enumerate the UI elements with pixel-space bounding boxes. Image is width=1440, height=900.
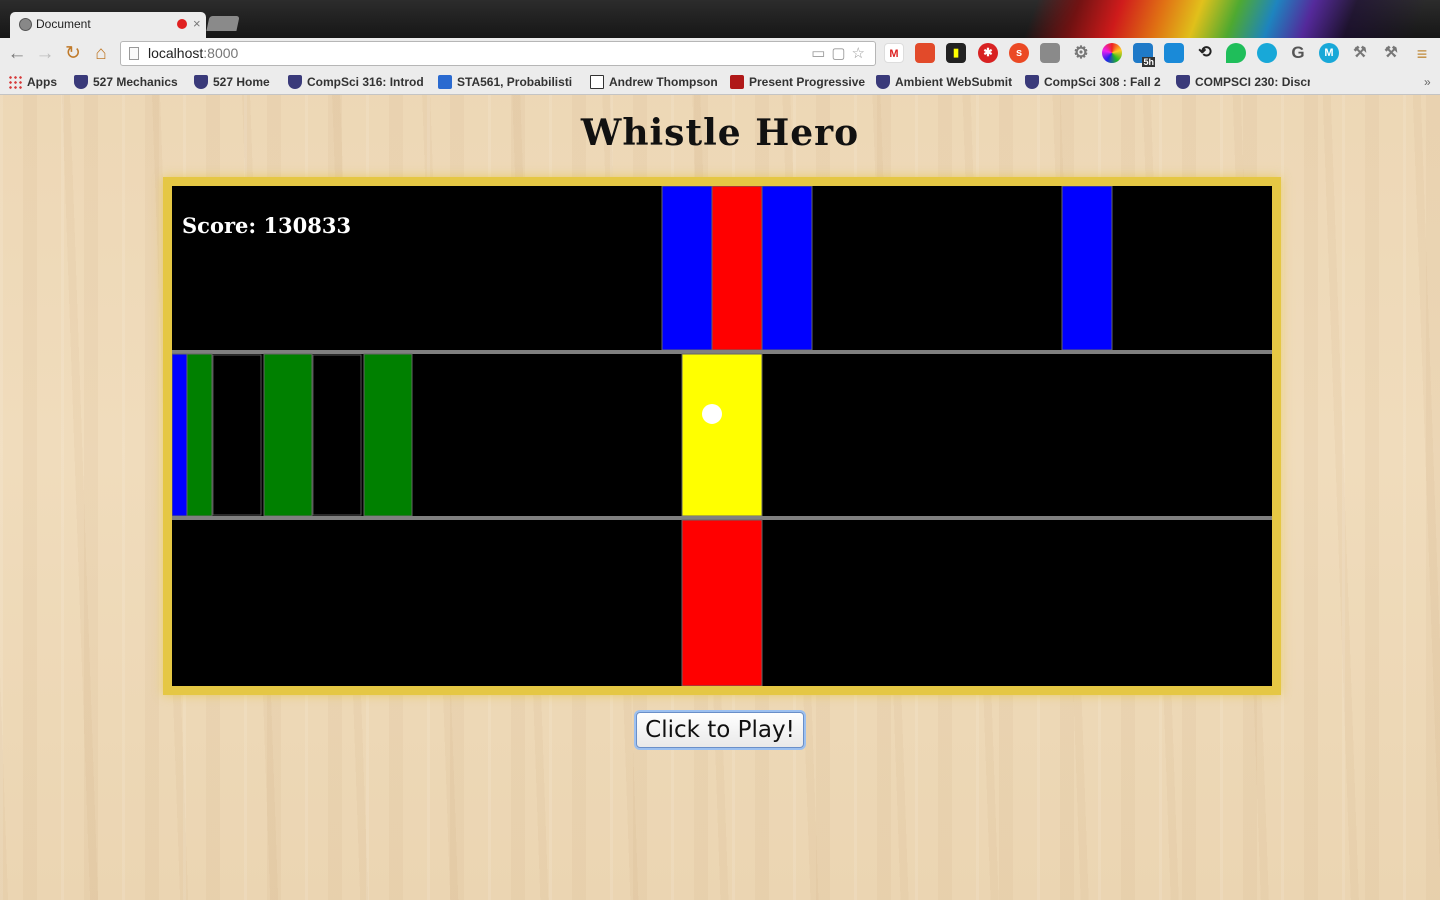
new-tab-button[interactable] (206, 16, 240, 31)
url-port: :8000 (203, 45, 239, 61)
stumbleupon-icon[interactable]: s (1009, 43, 1029, 63)
settings-extension-icon[interactable]: ✱ (978, 43, 998, 63)
bookmark-item[interactable]: CompSci 308 : Fall 2 (1025, 73, 1161, 91)
note-blue (172, 353, 188, 517)
bookmark-item[interactable]: Present Progressive (730, 73, 866, 91)
shield-icon (876, 75, 890, 89)
player-cursor (702, 403, 722, 424)
note-yellow (681, 353, 763, 517)
bookmark-label: 527 Mechanics (93, 75, 178, 89)
portrait-icon (590, 75, 604, 89)
shield-icon (74, 75, 88, 89)
bookmark-apps[interactable]: Apps (8, 73, 68, 91)
wand-extension-icon[interactable]: ⚒ (1350, 43, 1370, 63)
url-host: localhost (148, 45, 204, 61)
bookmark-label: CompSci 308 : Fall 2 (1044, 75, 1161, 89)
note-outline (312, 354, 362, 516)
bookmark-label: CompSci 316: Introd (307, 75, 424, 89)
browser-titlebar: Document × (0, 0, 1440, 38)
note-green (363, 353, 413, 517)
bookmark-item[interactable]: 527 Mechanics (74, 73, 184, 91)
shield-icon (1025, 75, 1039, 89)
note-red (681, 519, 763, 686)
window-extension-icon[interactable] (1164, 43, 1184, 63)
note-red (711, 186, 763, 351)
game-board[interactable]: Score: 130833 (172, 186, 1272, 686)
tab-close-icon[interactable]: × (193, 15, 201, 33)
bookmark-item[interactable]: CompSci 316: Introd (288, 73, 424, 91)
page-favicon-icon (19, 18, 32, 31)
gear-icon[interactable]: ⚙ (1071, 43, 1091, 63)
shield-icon (194, 75, 208, 89)
bookmark-label: Apps (27, 75, 57, 89)
bookmark-item[interactable]: Ambient WebSubmit (876, 73, 1016, 91)
bookmark-item[interactable]: 527 Home (194, 73, 276, 91)
bookmark-label: Ambient WebSubmit (895, 75, 1013, 89)
stats-icon (438, 75, 452, 89)
lane-divider (172, 516, 1272, 520)
note-blue (1061, 186, 1113, 351)
gmail-icon[interactable]: M (884, 43, 904, 63)
page-icon (129, 47, 139, 60)
score-display: Score: 130833 (182, 213, 352, 238)
ss-icon (730, 75, 744, 89)
m-extension-icon[interactable]: M (1319, 43, 1339, 63)
bookmark-item[interactable]: Andrew Thompson (590, 73, 720, 91)
bookmark-label: STA561, Probabilisti (457, 75, 573, 89)
bookmarks-bar: Apps 527 Mechanics 527 Home CompSci 316:… (0, 70, 1440, 95)
bookmark-item[interactable]: STA561, Probabilisti (438, 73, 574, 91)
shield-icon (1176, 75, 1190, 89)
bookmark-extension-icon[interactable] (915, 43, 935, 63)
omnibox-icons[interactable]: ▭▢☆ (811, 44, 871, 63)
phone-extension-icon[interactable]: ▮ (946, 43, 966, 63)
note-blue (761, 186, 813, 351)
tab-title: Document (36, 17, 91, 31)
address-bar[interactable]: localhost:8000 ▭▢☆ (120, 41, 876, 66)
theme-rainbow-decoration (920, 0, 1440, 38)
tools2-extension-icon[interactable]: ⚒ (1381, 43, 1401, 63)
hamburger-menu-icon[interactable]: ≡ (1412, 44, 1432, 64)
circle-extension-icon[interactable] (1257, 43, 1277, 63)
g-extension-icon[interactable]: G (1288, 43, 1308, 63)
game-canvas[interactable] (172, 186, 1272, 686)
note-outline (212, 354, 262, 516)
browser-tab-active[interactable]: Document × (10, 12, 206, 38)
back-arrow-icon[interactable]: ← (5, 42, 29, 66)
forward-arrow-icon[interactable]: → (33, 42, 57, 66)
note-blue (661, 186, 713, 351)
apps-grid-icon (8, 75, 22, 89)
bookmark-label: COMPSCI 230: Discr (1195, 75, 1310, 89)
bookmark-label: Andrew Thompson (609, 75, 718, 89)
recording-dot-icon (177, 19, 187, 29)
browser-toolbar: ← → ↻ ⌂ localhost:8000 ▭▢☆ M ▮ ✱ s ⚙ 5h … (0, 38, 1440, 71)
reload-icon[interactable]: ↻ (61, 42, 85, 66)
extension-badge: 5h (1142, 57, 1155, 67)
tools-extension-icon[interactable] (1040, 43, 1060, 63)
note-green (186, 353, 213, 517)
bookmark-label: 527 Home (213, 75, 270, 89)
play-button[interactable]: Click to Play! (636, 712, 804, 748)
color-picker-icon[interactable] (1102, 43, 1122, 63)
chat-extension-icon[interactable] (1226, 43, 1246, 63)
lane-divider (172, 350, 1272, 354)
sync-extension-icon[interactable]: ⟲ (1195, 43, 1215, 63)
bookmark-label: Present Progressive (749, 75, 866, 89)
calendar-extension-icon[interactable]: 5h (1133, 43, 1155, 67)
note-green (263, 353, 313, 517)
url-text[interactable]: localhost:8000 (148, 42, 238, 65)
shield-icon (288, 75, 302, 89)
bookmarks-overflow-icon[interactable]: » (1424, 73, 1431, 91)
page-title: Whistle Hero (580, 112, 860, 154)
bookmark-item[interactable]: COMPSCI 230: Discr (1176, 73, 1310, 91)
home-icon[interactable]: ⌂ (89, 42, 113, 66)
